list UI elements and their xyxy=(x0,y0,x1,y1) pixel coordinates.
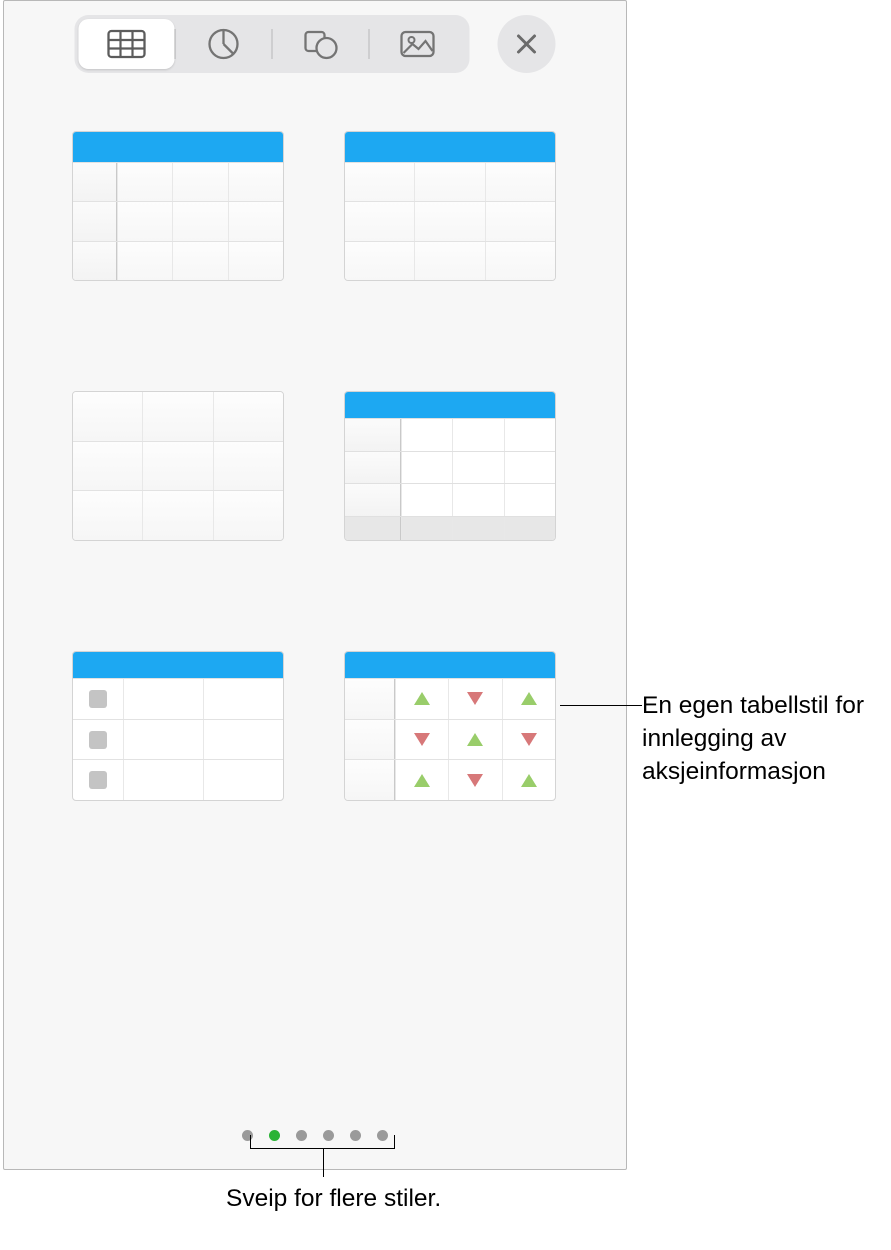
tab-chart[interactable] xyxy=(176,19,272,69)
close-icon xyxy=(516,33,538,55)
callout-swipe-hint-text: Sveip for flere stiler. xyxy=(226,1185,441,1213)
tab-table[interactable] xyxy=(79,19,175,69)
table-style-checklist[interactable] xyxy=(72,651,284,801)
insert-panel xyxy=(3,0,627,1170)
tab-media[interactable] xyxy=(370,19,466,69)
checkbox-icon xyxy=(89,771,107,789)
triangle-up-icon xyxy=(521,692,537,705)
triangle-down-icon xyxy=(467,774,483,787)
chart-icon xyxy=(207,27,241,61)
triangle-down-icon xyxy=(467,692,483,705)
triangle-up-icon xyxy=(467,733,483,746)
callout-swipe-hint: Sveip for flere stiler. xyxy=(250,1135,395,1149)
tab-shape[interactable] xyxy=(273,19,369,69)
checkbox-icon xyxy=(89,690,107,708)
table-style-plain[interactable] xyxy=(72,391,284,541)
shape-icon xyxy=(303,28,339,60)
close-button[interactable] xyxy=(498,15,556,73)
category-toolbar xyxy=(75,15,556,73)
checkbox-icon xyxy=(89,731,107,749)
table-icon xyxy=(107,29,147,59)
triangle-down-icon xyxy=(521,733,537,746)
category-segmented-control xyxy=(75,15,470,73)
table-style-header-row-and-column[interactable] xyxy=(72,131,284,281)
triangle-up-icon xyxy=(414,692,430,705)
callout-stock-style-text: En egen tabellstil for innlegging av aks… xyxy=(642,689,891,788)
table-style-header-footer[interactable] xyxy=(344,391,556,541)
media-icon xyxy=(399,29,437,59)
triangle-up-icon xyxy=(521,774,537,787)
table-style-stock[interactable] xyxy=(344,651,556,801)
triangle-down-icon xyxy=(414,733,430,746)
table-style-header-row[interactable] xyxy=(344,131,556,281)
table-style-grid xyxy=(4,121,626,801)
triangle-up-icon xyxy=(414,774,430,787)
